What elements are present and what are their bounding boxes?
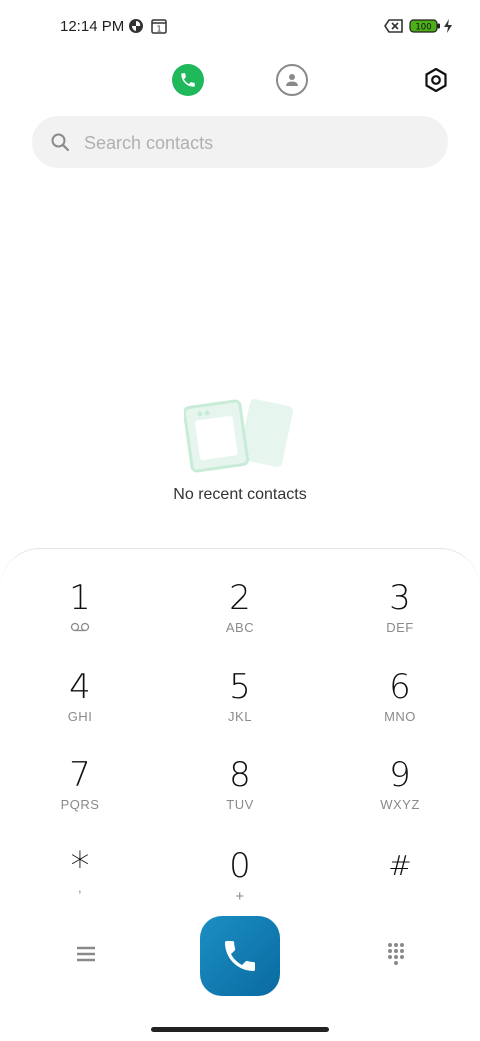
dial-key-2[interactable]: 2 ABC xyxy=(180,578,300,658)
battery-saver-x-icon xyxy=(384,18,404,39)
phone-icon xyxy=(181,73,195,87)
empty-state-text: No recent contacts xyxy=(173,486,307,503)
dial-key-8[interactable]: 8 TUV xyxy=(180,755,300,835)
key-digit: 8 xyxy=(229,755,251,795)
key-digit: # xyxy=(388,849,412,882)
phone-call-icon xyxy=(225,941,255,971)
settings-button[interactable] xyxy=(420,64,452,96)
dial-key-hash[interactable]: # xyxy=(340,846,460,926)
hamburger-menu-icon xyxy=(77,946,95,962)
empty-contacts-illustration xyxy=(182,398,296,474)
dial-key-9[interactable]: 9 WXYZ xyxy=(340,755,460,835)
tab-contacts[interactable] xyxy=(276,64,308,96)
key-digit: 2 xyxy=(229,578,251,618)
dial-key-1[interactable]: 1 xyxy=(20,578,140,658)
key-letters: GHI xyxy=(67,709,93,724)
person-icon xyxy=(286,74,298,86)
key-letters: JKL xyxy=(228,709,252,724)
key-letters: , xyxy=(77,880,83,895)
search-bar[interactable] xyxy=(32,116,448,170)
key-digit: 1 xyxy=(69,578,91,618)
key-letters: ABC xyxy=(225,620,255,635)
dial-key-7[interactable]: 7 PQRS xyxy=(20,755,140,835)
search-input[interactable] xyxy=(82,116,426,170)
status-bar: 12:14 PM 1 100 xyxy=(0,0,480,56)
key-digit: 7 xyxy=(69,755,91,795)
dial-key-4[interactable]: 4 GHI xyxy=(20,667,140,747)
dial-key-5[interactable]: 5 JKL xyxy=(180,667,300,747)
menu-button[interactable] xyxy=(72,940,100,968)
key-letters: DEF xyxy=(386,620,414,635)
search-icon xyxy=(50,132,70,157)
key-digit: 0 xyxy=(229,846,251,886)
key-digit: 3 xyxy=(389,578,411,618)
key-letters: WXYZ xyxy=(380,797,420,812)
dial-key-3[interactable]: 3 DEF xyxy=(340,578,460,658)
key-letters: TUV xyxy=(226,797,254,812)
key-digit: 9 xyxy=(389,755,411,795)
voicemail-icon xyxy=(20,620,140,635)
dial-key-6[interactable]: 6 MNO xyxy=(340,667,460,747)
hexagon-settings-icon xyxy=(425,67,447,93)
call-button[interactable] xyxy=(200,916,280,996)
home-indicator[interactable] xyxy=(151,1027,329,1032)
key-letters: + xyxy=(235,888,245,905)
tab-phone[interactable] xyxy=(172,64,204,96)
status-time: 12:14 PM xyxy=(60,18,125,35)
calendar-day: 1 xyxy=(156,25,161,34)
charging-bolt-icon xyxy=(443,18,453,39)
key-digit: 4 xyxy=(69,667,91,707)
dial-key-0[interactable]: 0 + xyxy=(180,846,300,926)
keypad-toggle-button[interactable] xyxy=(382,940,410,968)
battery-icon: 100 xyxy=(409,19,441,38)
key-letters: MNO xyxy=(384,709,416,724)
battery-level: 100 xyxy=(415,23,431,33)
key-digit: 6 xyxy=(389,667,411,707)
dialpad-grid-icon xyxy=(388,943,404,965)
key-letters: PQRS xyxy=(60,797,100,812)
calendar-icon: 1 xyxy=(151,18,167,39)
pinwheel-icon xyxy=(128,18,144,39)
key-digit: 5 xyxy=(229,667,251,707)
dial-key-star[interactable]: * , xyxy=(20,846,140,926)
